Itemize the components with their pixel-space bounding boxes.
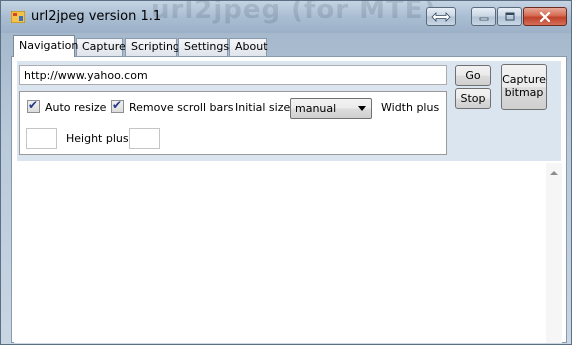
stop-button[interactable]: Stop <box>455 88 491 109</box>
window-title: url2jpeg version 1.1 <box>31 9 162 24</box>
web-browser-view[interactable] <box>14 163 546 343</box>
checkmark-icon: ✔ <box>112 98 123 112</box>
restore-size-button[interactable] <box>426 7 456 26</box>
auto-resize-label: Auto resize <box>45 101 107 114</box>
vertical-scrollbar[interactable] <box>546 163 562 343</box>
title-watermark: url2jpeg (for MTE) <box>151 0 437 25</box>
url-input[interactable] <box>19 65 447 85</box>
navigation-controls-panel: Go Stop Capture bitmap ✔ Auto resize ✔ R… <box>17 61 561 161</box>
tab-capture[interactable]: Capture <box>76 38 126 56</box>
scroll-up-arrow-icon[interactable] <box>550 171 558 175</box>
auto-resize-checkbox[interactable]: ✔ <box>27 98 40 113</box>
remove-scroll-bars-label: Remove scroll bars <box>129 101 234 114</box>
restore-size-icon <box>431 11 451 22</box>
maximize-icon <box>505 12 514 21</box>
app-window: url2jpeg (for MTE) url2jpeg version 1.1 <box>0 0 572 345</box>
minimize-button[interactable] <box>471 7 496 26</box>
minimize-icon <box>479 17 488 20</box>
maximize-button[interactable] <box>497 7 522 26</box>
tab-settings[interactable]: Settings <box>178 38 229 56</box>
options-group: ✔ Auto resize ✔ Remove scroll bars Initi… <box>19 91 447 155</box>
width-plus-label: Width plus <box>381 101 440 114</box>
initial-size-select[interactable]: manual <box>290 98 372 119</box>
close-icon <box>539 11 551 22</box>
width-plus-field[interactable] <box>26 128 57 149</box>
initial-size-value: manual <box>295 102 337 115</box>
tab-navigation[interactable]: Navigation <box>13 35 78 57</box>
initial-size-label: Initial size <box>235 101 291 114</box>
go-button[interactable]: Go <box>455 65 491 86</box>
title-bar[interactable]: url2jpeg (for MTE) url2jpeg version 1.1 <box>1 0 571 33</box>
height-plus-field[interactable] <box>129 128 160 149</box>
checkmark-icon: ✔ <box>28 98 39 112</box>
tab-scripting[interactable]: Scripting <box>125 38 180 56</box>
app-icon[interactable] <box>10 10 26 24</box>
height-plus-label: Height plus <box>66 132 129 145</box>
capture-bitmap-button[interactable]: Capture bitmap <box>501 64 547 110</box>
close-button[interactable] <box>523 7 567 26</box>
dropdown-arrow-icon <box>358 106 366 111</box>
remove-scroll-bars-checkbox[interactable]: ✔ <box>111 98 124 113</box>
tab-about[interactable]: About <box>229 38 268 56</box>
navigation-tab-page: Go Stop Capture bitmap ✔ Auto resize ✔ R… <box>11 56 567 343</box>
